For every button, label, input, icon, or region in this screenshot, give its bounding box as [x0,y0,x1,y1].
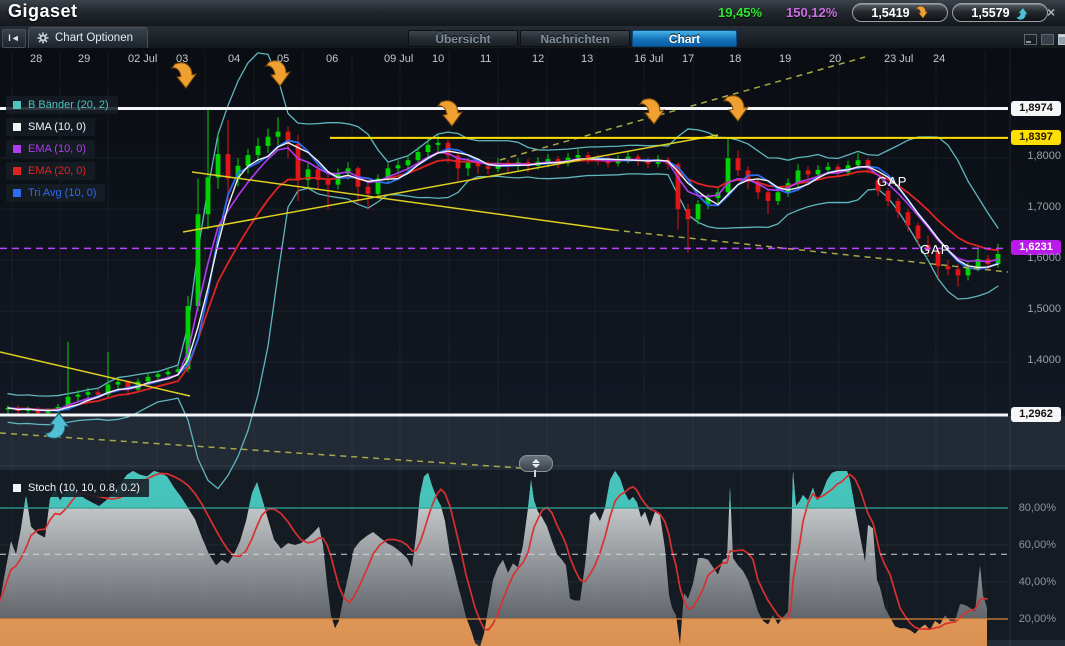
price-axis-label: 1,5000 [1011,303,1065,315]
price-axis-label: 1,4000 [1011,354,1065,366]
date-tick-label: 12 [532,53,544,65]
date-tick-label: 11 [480,53,491,65]
date-tick-label: 23 Jul [884,53,913,65]
gap-annotation: GAP [877,174,907,189]
date-tick-label: 10 [432,53,444,65]
date-tick-label: 05 [277,53,289,65]
stoch-legend: Stoch (10, 10, 0.8, 0.2) [6,479,149,497]
bid-price-button[interactable]: 1,5419 [852,3,948,22]
bbands-swatch-icon [13,101,21,109]
down-arrow-icon [915,6,929,20]
legend-item-ema10: EMA (10, 0) [6,140,95,158]
date-tick-label: 19 [779,53,791,65]
close-icon[interactable]: × [1047,4,1055,20]
minimize-icon[interactable] [1024,34,1037,45]
stoch-axis-label: 80,00% [1004,502,1056,514]
price-level-badge: 1,2962 [1011,407,1061,422]
stoch-axis-label: 60,00% [1004,539,1056,551]
stoch-swatch-icon [13,484,21,492]
date-tick-label: 20 [829,53,841,65]
date-tick-label: 17 [682,53,694,65]
stoch-axis-label: 20,00% [1004,613,1056,625]
legend-item-triavg: Tri Avg (10, 0) [6,184,105,202]
date-tick-label: 04 [228,53,240,65]
sma-swatch-icon [13,123,21,131]
price-and-stochastic-chart: GAP GAP [0,48,1065,646]
date-tick-label: 24 [933,53,945,65]
price-level-badge: 1,8974 [1011,101,1061,116]
gear-icon [37,32,49,44]
gap-annotation: GAP [920,242,950,257]
price-axis-label: 1,7000 [1011,201,1065,213]
window-size-controls [1024,34,1065,45]
tab-chart-options[interactable]: Chart Optionen [28,27,148,48]
date-tick-label: 06 [326,53,338,65]
ask-price-value: 1,5579 [971,6,1009,20]
tab-uebersicht[interactable]: Übersicht [408,30,518,47]
tab-bar: I◄ Chart Optionen Übersicht Nachrichten … [0,26,1065,48]
date-tick-label: 18 [729,53,741,65]
date-tick-label: 16 Jul [634,53,663,65]
main-plot-background [0,48,1065,416]
collapse-panel-button[interactable]: I◄ [2,29,26,48]
price-axis-label: 1,6000 [1011,252,1065,264]
maximize-icon[interactable] [1058,34,1065,45]
bid-price-value: 1,5419 [871,6,909,20]
date-tick-label: 28 [30,53,42,65]
splitter-up-arrow-icon [532,459,540,463]
window-titlebar: Gigaset 19,45% 150,12% 1,5419 1,5579 × [0,0,1065,27]
date-tick-label: 02 Jul [128,53,157,65]
ema20-swatch-icon [13,167,21,175]
up-arrow-icon [1015,6,1029,20]
date-tick-label: 09 Jul [384,53,413,65]
triavg-swatch-icon [13,189,21,197]
restore-icon[interactable] [1041,34,1054,45]
date-tick-label: 13 [581,53,593,65]
ema10-swatch-icon [13,145,21,153]
panel-splitter-handle[interactable] [519,455,553,472]
legend-item-sma: SMA (10, 0) [6,118,95,136]
page-title: Gigaset [8,1,78,22]
stoch-axis-label: 40,00% [1004,576,1056,588]
price-axis-label: 1,8000 [1011,150,1065,162]
price-level-badge: 1,8397 [1011,130,1061,145]
tab-chart[interactable]: Chart [632,30,737,47]
tab-chart-options-label: Chart Optionen [55,32,133,44]
tab-nachrichten[interactable]: Nachrichten [520,30,630,47]
change-percent-primary: 19,45% [718,5,762,20]
trading-chart-widget: Gigaset 19,45% 150,12% 1,5419 1,5579 × I… [0,0,1065,646]
ask-price-button[interactable]: 1,5579 [952,3,1048,22]
splitter-down-arrow-icon [532,464,540,468]
legend-item-ema20: EMA (20, 0) [6,162,95,180]
splitter-tick [534,470,536,477]
date-tick-label: 03 [176,53,188,65]
indicator-legend: B Bänder (20, 2) SMA (10, 0) EMA (10, 0)… [6,96,118,202]
legend-item-bbands: B Bänder (20, 2) [6,96,118,114]
change-percent-secondary: 150,12% [786,5,837,20]
date-tick-label: 29 [78,53,90,65]
